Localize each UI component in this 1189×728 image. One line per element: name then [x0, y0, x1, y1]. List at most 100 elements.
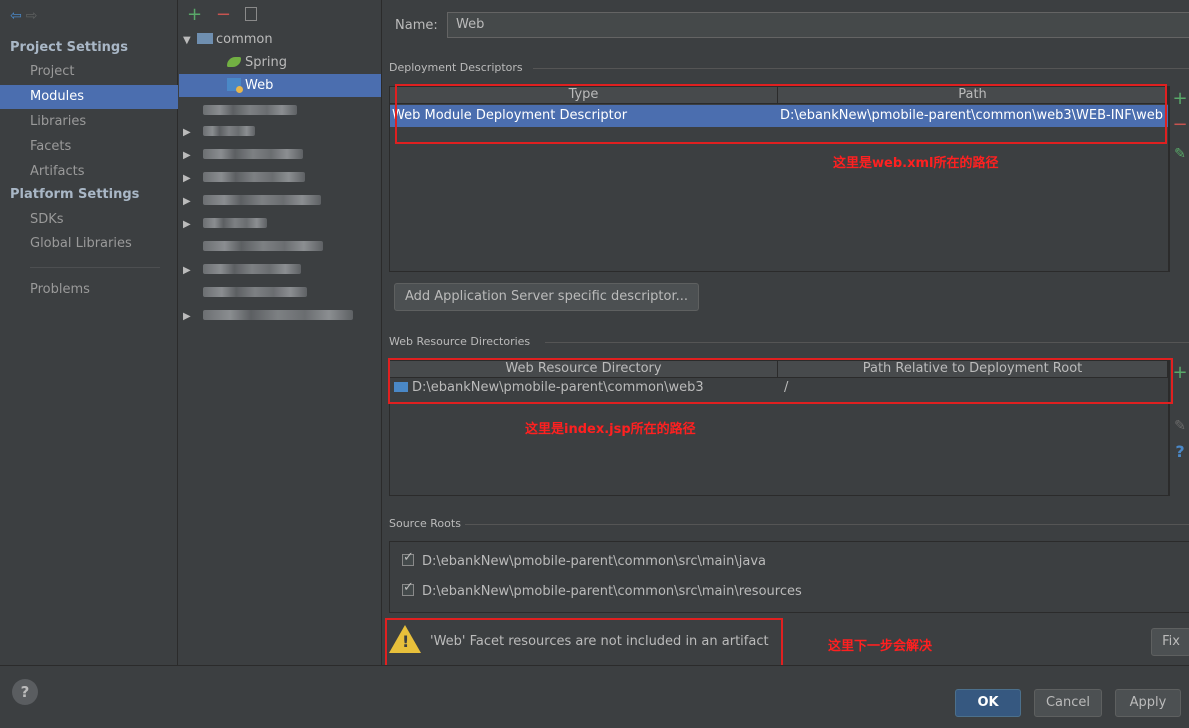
help-icon[interactable]: ?	[1170, 442, 1189, 461]
sidebar-item-project[interactable]: Project	[0, 60, 178, 84]
sidebar-item-artifacts[interactable]: Artifacts	[0, 160, 178, 184]
source-root-path: D:\ebankNew\pmobile-parent\common\src\ma…	[422, 554, 766, 569]
remove-icon[interactable]: −	[216, 4, 231, 25]
nav-arrows: ⇦⇨	[10, 8, 41, 24]
sidebar-item-sdks[interactable]: SDKs	[0, 208, 178, 232]
tree-node-blurred[interactable]: ▶	[179, 189, 381, 212]
column-header-relative-path[interactable]: Path Relative to Deployment Root	[778, 361, 1168, 377]
resource-directory-cell: D:\ebankNew\pmobile-parent\common\web3	[394, 379, 776, 397]
spring-leaf-icon	[227, 57, 241, 67]
tree-node-blurred[interactable]: ▶	[179, 212, 381, 235]
copy-icon[interactable]	[244, 7, 257, 21]
section-source-roots: Source Roots	[389, 517, 461, 530]
table-row[interactable]: D:\ebankNew\pmobile-parent\common\web3 /	[390, 379, 1168, 397]
collapsed-arrow-icon[interactable]: ▶	[183, 305, 197, 328]
sidebar-item-modules[interactable]: Modules	[0, 85, 178, 109]
tree-node-web[interactable]: Web	[179, 74, 381, 97]
table-row[interactable]: Web Module Deployment Descriptor D:\eban…	[390, 105, 1168, 127]
ok-button[interactable]: OK	[955, 689, 1021, 717]
blurred-label	[203, 172, 305, 182]
add-descriptor-icon[interactable]: +	[1170, 88, 1189, 109]
collapsed-arrow-icon[interactable]: ▶	[183, 121, 197, 144]
blurred-label	[203, 126, 255, 136]
module-tree: + − ▼ common Spring Web ▶ ▶ ▶ ▶ ▶ ▶ ▶	[179, 0, 382, 665]
blurred-label	[203, 195, 321, 205]
sidebar-item-facets[interactable]: Facets	[0, 135, 178, 159]
annotation-next-step: 这里下一步会解决	[828, 639, 933, 654]
annotation-indexjsp: 这里是index.jsp所在的路径	[525, 422, 696, 437]
folder-icon	[394, 382, 408, 392]
source-root-path: D:\ebankNew\pmobile-parent\common\src\ma…	[422, 584, 802, 599]
collapsed-arrow-icon[interactable]: ▶	[183, 167, 197, 190]
web-facet-icon	[227, 78, 243, 93]
deployment-tools: + − ✎	[1169, 86, 1189, 272]
module-folder-icon	[197, 33, 213, 44]
expand-arrow-icon[interactable]: ▼	[183, 29, 197, 52]
blurred-label	[203, 310, 353, 320]
sidebar-item-problems[interactable]: Problems	[0, 278, 178, 302]
collapsed-arrow-icon[interactable]: ▶	[183, 259, 197, 282]
edit-descriptor-icon[interactable]: ✎	[1170, 146, 1189, 162]
section-deployment-descriptors: Deployment Descriptors	[389, 61, 523, 74]
tree-node-blurred[interactable]	[179, 281, 381, 304]
name-input[interactable]: Web	[447, 12, 1189, 38]
section-divider	[545, 342, 1189, 343]
blurred-label	[203, 149, 303, 159]
tree-node-blurred[interactable]: ▶	[179, 120, 381, 143]
checkbox-checked[interactable]	[402, 580, 414, 596]
tree-node-blurred[interactable]: ▶	[179, 143, 381, 166]
add-server-descriptor-button[interactable]: Add Application Server specific descript…	[394, 283, 699, 311]
resource-directory-text: D:\ebankNew\pmobile-parent\common\web3	[412, 380, 704, 395]
deployment-descriptors-table: Type Path Web Module Deployment Descript…	[389, 86, 1169, 272]
relative-path-cell: /	[784, 380, 789, 395]
blurred-label	[203, 218, 267, 228]
sidebar-item-global-libraries[interactable]: Global Libraries	[0, 232, 178, 256]
web-resource-table: Web Resource Directory Path Relative to …	[389, 360, 1169, 496]
dialog-footer: ? OK Cancel Apply	[0, 665, 1189, 728]
section-divider	[465, 524, 1189, 525]
blurred-label	[203, 105, 297, 115]
section-project-settings: Project Settings	[10, 40, 128, 55]
edit-resource-icon[interactable]: ✎	[1170, 418, 1189, 434]
add-icon[interactable]: +	[187, 4, 202, 25]
apply-button[interactable]: Apply	[1115, 689, 1181, 717]
collapsed-arrow-icon[interactable]: ▶	[183, 190, 197, 213]
facet-settings-panel: Name: Web Deployment Descriptors Type Pa…	[383, 0, 1189, 674]
section-divider	[533, 68, 1189, 69]
tree-toolbar: + −	[187, 4, 257, 25]
fix-button[interactable]: Fix	[1151, 628, 1189, 656]
tree-node-common[interactable]: ▼ common	[179, 28, 381, 51]
tree-node-blurred[interactable]: ▶	[179, 304, 381, 327]
sidebar-divider	[30, 267, 160, 268]
tree-node-label: Spring	[245, 55, 287, 70]
name-label: Name:	[395, 18, 438, 33]
cancel-button[interactable]: Cancel	[1034, 689, 1102, 717]
collapsed-arrow-icon[interactable]: ▶	[183, 213, 197, 236]
column-header-path[interactable]: Path	[778, 87, 1168, 103]
tree-node-blurred[interactable]	[179, 235, 381, 258]
list-item[interactable]: D:\ebankNew\pmobile-parent\common\src\ma…	[402, 550, 766, 569]
help-button[interactable]: ?	[12, 679, 38, 705]
list-item[interactable]: D:\ebankNew\pmobile-parent\common\src\ma…	[402, 580, 802, 599]
section-platform-settings: Platform Settings	[10, 187, 140, 202]
tree-node-spring[interactable]: Spring	[179, 51, 381, 74]
tree-node-blurred[interactable]	[179, 99, 381, 122]
forward-arrow-icon[interactable]: ⇨	[26, 8, 42, 24]
collapsed-arrow-icon[interactable]: ▶	[183, 144, 197, 167]
tree-node-label: common	[216, 32, 273, 47]
section-web-resource-directories: Web Resource Directories	[389, 335, 531, 348]
tree-node-label: Web	[245, 78, 274, 93]
back-arrow-icon[interactable]: ⇦	[10, 8, 26, 24]
tree-node-blurred[interactable]: ▶	[179, 258, 381, 281]
sidebar-item-libraries[interactable]: Libraries	[0, 110, 178, 134]
web-resource-tools: + ✎ ?	[1169, 360, 1189, 496]
checkbox-checked[interactable]	[402, 550, 414, 566]
remove-descriptor-icon[interactable]: −	[1170, 114, 1189, 135]
column-header-directory[interactable]: Web Resource Directory	[390, 361, 778, 377]
settings-sidebar: ⇦⇨ Project Settings Project Modules Libr…	[0, 0, 178, 665]
blurred-label	[203, 287, 307, 297]
add-resource-icon[interactable]: +	[1170, 362, 1189, 383]
annotation-webxml: 这里是web.xml所在的路径	[833, 156, 999, 171]
column-header-type[interactable]: Type	[390, 87, 778, 103]
tree-node-blurred[interactable]: ▶	[179, 166, 381, 189]
